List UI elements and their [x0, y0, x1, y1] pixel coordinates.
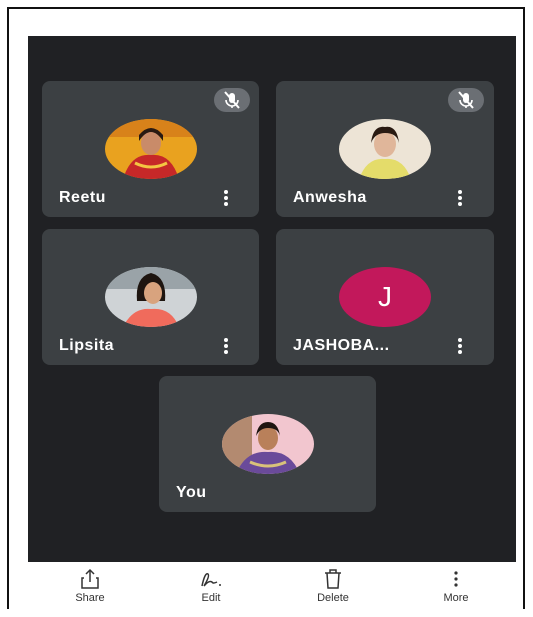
avatar [222, 414, 314, 474]
participant-tile-anwesha[interactable]: Anwesha [276, 81, 494, 217]
more-options-icon[interactable] [224, 338, 228, 354]
trash-icon [293, 568, 373, 590]
avatar-initial-letter: J [378, 281, 392, 312]
avatar [105, 267, 197, 327]
bottom-toolbar: Share Edit Delete More [28, 562, 516, 608]
edit-label: Edit [201, 592, 221, 604]
edit-icon [171, 568, 251, 590]
mic-off-icon [214, 88, 250, 112]
edit-button[interactable]: Edit [171, 568, 251, 604]
delete-button[interactable]: Delete [293, 568, 373, 604]
participant-tile-lipsita[interactable]: Lipsita [42, 229, 259, 365]
participant-tile-reetu[interactable]: Reetu [42, 81, 259, 217]
call-grid: Reetu Anwesha Lipsita J JASHOBA... You [28, 36, 516, 562]
more-options-icon[interactable] [224, 190, 228, 206]
more-button[interactable]: More [416, 568, 496, 604]
participant-tile-jashoba[interactable]: J JASHOBA... [276, 229, 494, 365]
more-options-icon[interactable] [458, 338, 462, 354]
more-options-icon[interactable] [458, 190, 462, 206]
more-vert-icon [416, 568, 496, 590]
participant-tile-you[interactable]: You [159, 376, 376, 512]
more-label: More [443, 592, 469, 604]
participant-name: You [176, 484, 207, 501]
avatar [339, 119, 431, 179]
share-icon [50, 568, 130, 590]
mic-off-icon [448, 88, 484, 112]
share-button[interactable]: Share [50, 568, 130, 604]
participant-name: Lipsita [59, 337, 115, 354]
participant-name: JASHOBA... [293, 337, 390, 354]
share-label: Share [75, 592, 105, 604]
participant-name: Anwesha [293, 189, 367, 206]
participant-name: Reetu [59, 189, 106, 206]
avatar-initial: J [339, 267, 431, 327]
delete-label: Delete [317, 592, 349, 604]
avatar [105, 119, 197, 179]
